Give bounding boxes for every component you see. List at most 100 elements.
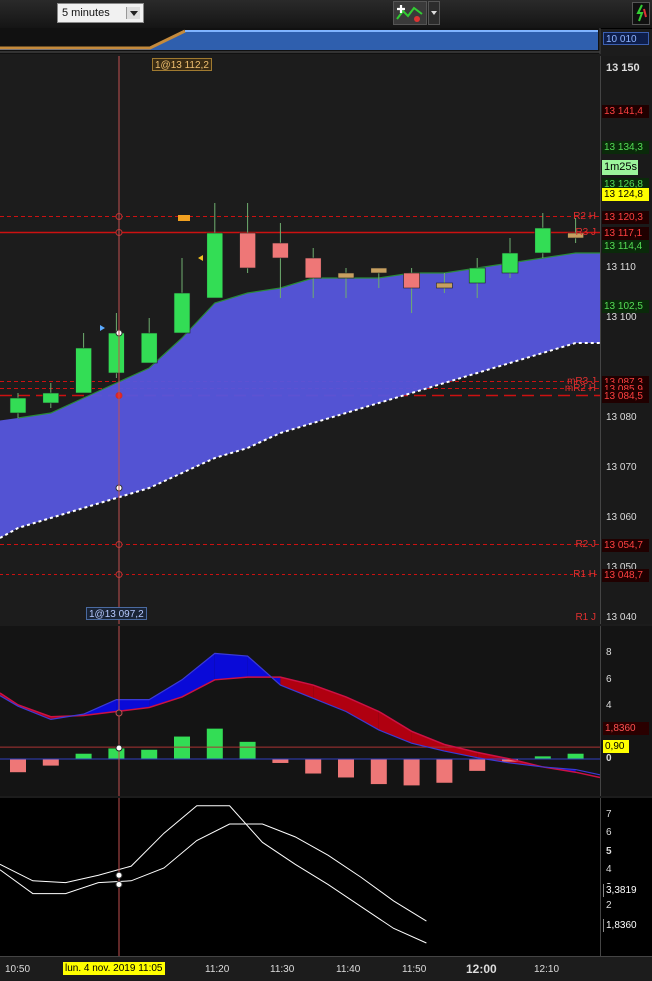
histogram-bar (10, 759, 26, 773)
histogram-bar (174, 736, 190, 759)
candle-body (534, 227, 552, 254)
histogram-bar (370, 759, 387, 785)
candle-body (239, 232, 256, 269)
histogram-bar (436, 759, 453, 783)
oscillator-panel[interactable] (0, 798, 600, 956)
interval-select[interactable]: 5 minutes (57, 3, 144, 23)
level-name-label: R1 J (575, 612, 596, 623)
candle-body (501, 252, 519, 274)
time-tick: 12:00 (466, 962, 497, 976)
candle-body (403, 272, 420, 289)
candle-body (42, 392, 60, 404)
indicator-icon (396, 5, 423, 22)
toolbar: 5 minutes (0, 0, 652, 29)
histogram-bar (239, 741, 256, 759)
chevron-down-icon[interactable] (126, 7, 140, 19)
level-name-label: R3 J (575, 226, 596, 238)
candle-body (370, 267, 388, 274)
price-tick: 13 100 (606, 312, 637, 323)
histogram-bar (206, 728, 223, 759)
macd-value-label: 1,8360 (603, 722, 649, 735)
candle-body (436, 282, 453, 289)
price-tick: 13 060 (606, 512, 637, 523)
histogram-bar (567, 753, 584, 759)
navigator-value: 10 010 (603, 32, 649, 45)
histogram-bar (272, 759, 289, 763)
macd-tick: 6 (606, 673, 612, 685)
histogram-bar (42, 759, 59, 766)
level-value-label: 13 117,1 (602, 226, 649, 240)
candle-body (108, 332, 125, 374)
oscillator-fast-label: 3,3819 (603, 884, 649, 897)
last-price-label: 13 124,8 (602, 188, 649, 201)
time-tick: 10:50 (5, 964, 31, 975)
oscillator-tick: 2 (606, 900, 612, 912)
macd-tick: 0 (606, 753, 612, 764)
band-value-label: 13 134,3 (602, 140, 649, 154)
oscillator-tick: 7 (606, 808, 612, 820)
band-value-label: 13 141,4 (602, 105, 649, 118)
price-tick: 13 150 (606, 62, 640, 74)
candle-body (337, 272, 355, 279)
time-tick: 11:50 (402, 964, 427, 975)
oscillator-slow-label: 1,8360 (603, 919, 649, 932)
level-name-label: mR2 H (564, 382, 596, 394)
histogram-bar (469, 759, 486, 771)
histogram-bar (141, 749, 158, 759)
candle-body (75, 347, 92, 394)
oscillator-tick: 4 (606, 863, 612, 875)
level-name-label: R1 H (573, 568, 596, 580)
histogram-bar (403, 759, 420, 786)
cursor-bottom-label: 1@13 097,2 (86, 607, 147, 620)
price-chart[interactable] (0, 56, 600, 624)
cursor-marker (115, 880, 123, 888)
candle-body (272, 242, 289, 259)
time-tick: 11:20 (205, 964, 230, 975)
level-name-label: R2 J (575, 538, 596, 550)
histogram-bar (75, 753, 92, 759)
macd-signal-label: 0,90 (603, 740, 629, 753)
cursor-marker (115, 744, 123, 752)
cursor-top-label: 1@13 112,2 (152, 58, 212, 71)
tools-dropdown-icon[interactable] (428, 1, 440, 25)
level-value-label: 13 120,3 (602, 210, 649, 224)
cursor-marker (115, 871, 123, 879)
macd-panel[interactable] (0, 626, 600, 796)
candle-body (173, 292, 191, 334)
trading-window: 5 minutes 10 010 13 150 13 110 13 100 13… (0, 0, 652, 981)
price-tick: 13 080 (606, 412, 637, 423)
oscillator-tick: 5 (606, 845, 612, 857)
band-value-label: 13 102,5 (602, 299, 649, 313)
histogram-bar (338, 759, 354, 778)
level-value-label: 13 054,7 (602, 538, 649, 552)
drawing-tools-icon[interactable] (393, 1, 427, 25)
cursor-marker (115, 709, 123, 717)
candle-body (140, 332, 158, 364)
order-marker (178, 215, 190, 221)
macd-tick: 8 (606, 647, 612, 659)
time-tick: 11:30 (270, 964, 295, 975)
ribbon-segment (214, 653, 248, 680)
arrows-icon (636, 4, 647, 22)
macd-tick: 4 (606, 700, 612, 712)
oscillator-axis (600, 798, 652, 956)
cursor-time-label: lun. 4 nov. 2019 11:05 (63, 962, 165, 975)
candle-body (9, 397, 27, 414)
candle-body (304, 257, 322, 279)
oscillator-tick: 6 (606, 827, 612, 839)
level-value-label: 13 048,7 (602, 568, 649, 582)
band-value-label: 13 114,4 (602, 240, 649, 253)
price-tick: 13 070 (606, 462, 637, 473)
interval-value: 5 minutes (62, 7, 110, 19)
candle-body (206, 232, 224, 299)
time-tick: 12:10 (534, 964, 560, 975)
price-tick: 13 040 (606, 612, 637, 623)
trend-settings-icon[interactable] (632, 2, 650, 25)
level-value-label: 13 084,5 (602, 389, 649, 403)
countdown-label: 1m25s (602, 160, 638, 175)
level-name-label: R2 H (573, 210, 596, 222)
navigator-strip[interactable] (0, 28, 652, 54)
time-tick: 11:40 (336, 964, 361, 975)
candle-body (468, 267, 486, 284)
histogram-bar (305, 759, 322, 774)
